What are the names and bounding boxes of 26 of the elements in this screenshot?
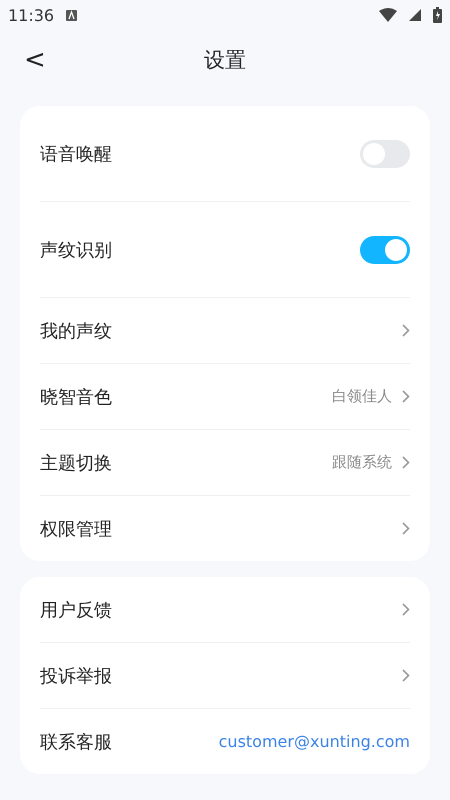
setting-label[interactable]: 投诉举报 xyxy=(40,664,402,688)
chevron-right-icon xyxy=(402,603,410,616)
notification-icon xyxy=(66,10,78,20)
setting-value: 跟随系统 xyxy=(332,453,392,472)
setting-label: 声纹识别 xyxy=(40,238,113,262)
wifi-icon xyxy=(379,8,397,22)
setting-label[interactable]: 我的声纹 xyxy=(40,318,402,342)
toggle-switch[interactable] xyxy=(360,236,410,264)
page-title: 设置 xyxy=(204,47,246,74)
setting-label[interactable]: 晓智音色 xyxy=(40,384,332,408)
chevron-right-icon xyxy=(402,456,410,469)
status-time: 11:36 xyxy=(8,6,54,24)
signal-icon xyxy=(409,9,421,21)
setting-label[interactable]: 用户反馈 xyxy=(40,598,402,622)
setting-value: 白领佳人 xyxy=(332,387,392,406)
chevron-right-icon xyxy=(402,522,410,535)
setting-label[interactable]: 联系客服 xyxy=(40,730,219,754)
setting-label: 语音唤醒 xyxy=(40,142,113,166)
setting-label[interactable]: 权限管理 xyxy=(40,516,402,540)
chevron-right-icon xyxy=(402,669,410,682)
email-link[interactable]: customer@xunting.com xyxy=(218,732,410,751)
chevron-right-icon xyxy=(402,390,410,403)
setting-label[interactable]: 主题切换 xyxy=(40,450,332,474)
chevron-right-icon xyxy=(402,324,410,337)
back-button[interactable]: < xyxy=(20,45,50,75)
battery-icon xyxy=(433,7,442,23)
